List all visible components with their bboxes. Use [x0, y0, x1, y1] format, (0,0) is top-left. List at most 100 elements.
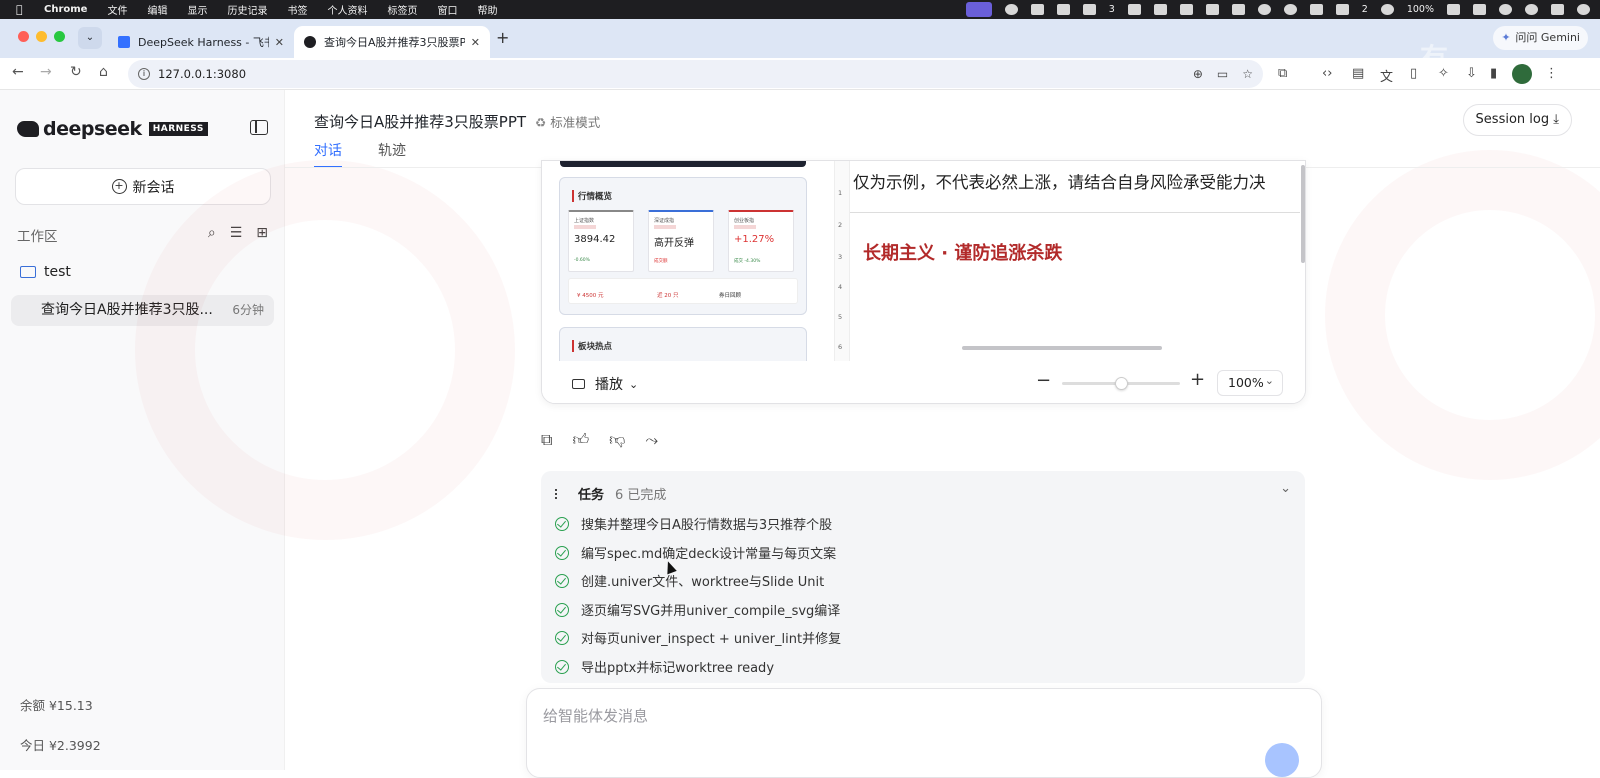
menu-bookmarks[interactable]: 书签	[287, 2, 307, 17]
menu-help[interactable]: 帮助	[477, 2, 497, 17]
mini-note: -0.60%	[574, 258, 590, 263]
avatar[interactable]	[1512, 64, 1532, 84]
send-button[interactable]	[1265, 743, 1299, 777]
close-icon[interactable]: ✕	[275, 36, 284, 49]
search-app-icon[interactable]	[1283, 4, 1297, 15]
deepseek-logo[interactable]: deepseek HARNESS	[17, 118, 208, 140]
sidepanel-icon[interactable]: ▮	[1490, 66, 1497, 81]
task-header[interactable]: 任务 6 已完成	[555, 484, 666, 503]
wps-icon[interactable]	[1127, 4, 1141, 15]
sidebar-folder-test[interactable]: test	[20, 264, 71, 280]
maximize-window-button[interactable]	[54, 31, 65, 42]
slide-thumbnail-market[interactable]: 行情概览 上证指数 3894.42 -0.60% 深证成指 高开反弹 成交额 创…	[559, 177, 807, 315]
cast-icon[interactable]: ▭	[1217, 60, 1228, 88]
back-arrow-icon[interactable]: ←	[12, 64, 24, 80]
cat-icon[interactable]	[1231, 4, 1245, 15]
vertical-scrollbar[interactable]	[1301, 165, 1305, 263]
zoom-slider-handle[interactable]	[1115, 377, 1128, 390]
browser-tab-feishu[interactable]: DeepSeek Harness - 飞书云文档 ✕	[108, 26, 294, 58]
message-composer[interactable]: 给智能体发消息	[526, 688, 1322, 778]
play-icon[interactable]	[1380, 4, 1394, 15]
task-panel: 任务 6 已完成 ⌄ 搜集并整理今日A股行情数据与3只推荐个股 编写spec.m…	[541, 471, 1305, 683]
url-bar[interactable]: i 127.0.0.1:3080 ⊕ ▭ ☆	[128, 60, 1263, 88]
input-method-icon[interactable]	[1056, 4, 1070, 15]
sidebar-collapse-icon[interactable]	[250, 120, 268, 135]
tab-trace[interactable]: 轨迹	[378, 140, 406, 168]
branch-icon[interactable]: ⤳	[645, 430, 658, 450]
reload-icon[interactable]: ↻	[70, 64, 82, 80]
thumbs-down-icon[interactable]: 👎︎	[609, 430, 625, 450]
thumbs-up-icon[interactable]: 👍︎	[572, 430, 589, 450]
translate-icon[interactable]: 文	[1380, 66, 1393, 85]
mini-badge	[654, 225, 676, 229]
bookmark-star-icon[interactable]: ☆	[1242, 60, 1253, 88]
openai-icon[interactable]	[1257, 4, 1271, 15]
forward-arrow-icon[interactable]: →	[40, 64, 52, 80]
preview-toolbar: 播放 ⌄ − + 100%	[542, 361, 1305, 403]
tab-chat[interactable]: 对话	[314, 140, 342, 168]
task-text: 对每页univer_inspect + univer_lint并修复	[581, 632, 842, 647]
clipboard-icon[interactable]: ▯	[1410, 66, 1417, 81]
copy-icon[interactable]: ⧉	[541, 430, 552, 450]
calendar-icon[interactable]	[1153, 4, 1167, 15]
pin-icon[interactable]: ✧	[1438, 66, 1449, 81]
apple-icon[interactable]: 	[16, 3, 26, 16]
battery-icon	[1447, 4, 1460, 15]
slide-thumbnails[interactable]: 行情概览 上证指数 3894.42 -0.60% 深证成指 高开反弹 成交额 创…	[542, 161, 832, 367]
home-icon[interactable]: ⌂	[99, 64, 108, 80]
notes-icon[interactable]	[1309, 4, 1323, 15]
menu-history[interactable]: 历史记录	[227, 2, 267, 17]
menu-view[interactable]: 显示	[187, 2, 207, 17]
zoom-slider[interactable]	[1062, 377, 1180, 390]
close-icon[interactable]: ✕	[471, 36, 480, 49]
siri-icon[interactable]	[1577, 4, 1590, 15]
tv-icon[interactable]	[1179, 4, 1193, 15]
more-menu-icon[interactable]: ⋮	[1545, 66, 1558, 81]
horizontal-scrollbar[interactable]	[962, 346, 1162, 350]
spotlight-icon[interactable]	[1525, 4, 1538, 15]
capcut-icon[interactable]	[1205, 4, 1219, 15]
menu-profile[interactable]: 个人资料	[327, 2, 367, 17]
menu-file[interactable]: 文件	[107, 2, 127, 17]
new-tab-button[interactable]: +	[496, 28, 509, 47]
session-log-button[interactable]: Session log ⤓	[1462, 104, 1572, 136]
menu-edit[interactable]: 编辑	[147, 2, 167, 17]
ask-gemini-button[interactable]: 问问 Gemini	[1493, 26, 1588, 50]
check-circle-icon	[555, 516, 569, 531]
mic-icon[interactable]	[1030, 4, 1044, 15]
browser-tab-active[interactable]: 查询今日A股并推荐3只股票PPT ✕	[294, 26, 490, 58]
close-window-button[interactable]	[18, 31, 29, 42]
zoom-select[interactable]: 100%	[1217, 369, 1283, 396]
previous-slide-thumbnail[interactable]	[560, 161, 806, 167]
emoji-icon[interactable]	[1004, 4, 1018, 15]
site-info-icon[interactable]: i	[138, 68, 150, 80]
devtools-icon[interactable]: ‹›	[1322, 66, 1332, 81]
wifi-icon[interactable]	[1499, 4, 1512, 15]
mode-badge[interactable]: 标准模式	[535, 112, 600, 131]
menu-chrome[interactable]: Chrome	[44, 4, 87, 15]
chevron-down-icon: ⌄	[629, 377, 639, 391]
task-item: 创建.univer文件、worktree与Slide Unit	[555, 571, 824, 590]
toggle-icon[interactable]	[1473, 4, 1486, 15]
menu-tabs[interactable]: 标签页	[387, 2, 417, 17]
layout-icon[interactable]: ▤	[1352, 66, 1364, 81]
zoom-in-button[interactable]: +	[1190, 369, 1205, 390]
task-item: 搜集并整理今日A股行情数据与3只推荐个股	[555, 514, 832, 533]
menu-window[interactable]: 窗口	[437, 2, 457, 17]
ruler-mark: 6	[838, 343, 843, 351]
window-controls	[18, 31, 65, 42]
control-center-icon[interactable]	[1551, 4, 1564, 15]
wechat-icon[interactable]	[1335, 4, 1349, 15]
download-icon[interactable]: ⇩	[1466, 66, 1477, 81]
zoom-icon[interactable]: ⊕	[1193, 60, 1203, 88]
screen-record-icon[interactable]	[965, 2, 992, 17]
minimize-window-button[interactable]	[36, 31, 47, 42]
chevron-down-icon[interactable]: ⌄	[1280, 481, 1291, 496]
zoom-out-button[interactable]: −	[1036, 370, 1051, 391]
slide-canvas[interactable]: 仅为示例，不代表必然上涨，请结合自身风险承受能力决 长期主义 · 谨防追涨杀跌	[850, 161, 1305, 361]
play-button[interactable]: 播放 ⌄	[572, 374, 638, 394]
main-tabs: 对话 轨迹	[314, 140, 406, 168]
tab-search-chevron-icon[interactable]: ⌄	[78, 27, 102, 49]
shirt-icon[interactable]	[1082, 4, 1096, 15]
extensions-icon[interactable]: ⧉	[1278, 66, 1287, 81]
